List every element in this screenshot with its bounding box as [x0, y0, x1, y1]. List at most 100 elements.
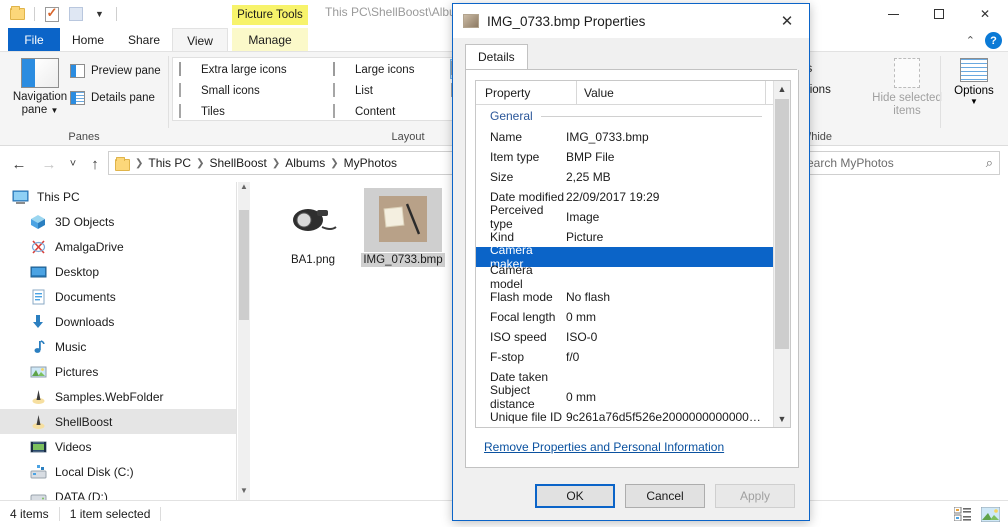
layout-content[interactable]: Content: [333, 102, 445, 122]
scrollbar-thumb[interactable]: [239, 210, 249, 320]
layout-extra-large-icons[interactable]: Extra large icons: [179, 60, 329, 80]
layout-list[interactable]: List: [333, 81, 445, 101]
sidebar-item-local-disk-c[interactable]: Local Disk (C:): [0, 459, 236, 484]
property-row[interactable]: ISO speed ISO-0: [476, 327, 790, 347]
close-button[interactable]: ✕: [962, 0, 1008, 28]
layout-large-icons[interactable]: Large icons: [333, 60, 445, 80]
dialog-close-button[interactable]: ✕: [765, 4, 809, 38]
property-name: F-stop: [490, 350, 525, 364]
sidebar-item-shellboost[interactable]: ShellBoost: [0, 409, 236, 434]
scrollbar-thumb[interactable]: [775, 99, 789, 349]
property-row[interactable]: Subject distance 0 mm: [476, 383, 790, 411]
blue-square-icon[interactable]: [66, 5, 85, 24]
properties-list-scrollbar[interactable]: ▲ ▼: [773, 81, 790, 427]
sidebar-item-data-d[interactable]: DATA (D:): [0, 484, 236, 500]
list-item[interactable]: BA1.png: [266, 188, 360, 267]
scroll-up-icon[interactable]: ▲: [238, 182, 250, 196]
options-icon: [960, 58, 988, 82]
sidebar-item-downloads[interactable]: Downloads: [0, 309, 236, 334]
property-row[interactable]: F-stop f/0: [476, 347, 790, 367]
property-value: BMP File: [566, 150, 615, 164]
details-view-icon[interactable]: [952, 505, 972, 523]
property-value: IMG_0733.bmp: [566, 130, 649, 144]
property-row[interactable]: Perceived type Image: [476, 203, 790, 231]
sidebar-item-amalgadrive[interactable]: AmalgaDrive: [0, 234, 236, 259]
list-item[interactable]: IMG_0733.bmp: [356, 188, 450, 267]
ok-button[interactable]: OK: [535, 484, 615, 508]
property-value: No flash: [566, 290, 611, 304]
property-name: Camera model: [490, 263, 533, 291]
back-button[interactable]: ←: [8, 154, 30, 174]
property-row[interactable]: Name IMG_0733.bmp: [476, 127, 790, 147]
remove-properties-link[interactable]: Remove Properties and Personal Informati…: [484, 440, 724, 454]
preview-pane-label: Preview pane: [91, 65, 161, 77]
minimize-button[interactable]: [870, 0, 916, 28]
pane-splitter[interactable]: [236, 182, 237, 500]
sidebar-item-videos[interactable]: Videos: [0, 434, 236, 459]
property-value: 2,25 MB: [566, 170, 611, 184]
chevron-down-icon[interactable]: ▼: [946, 97, 1002, 106]
scroll-down-icon[interactable]: ▼: [774, 411, 790, 427]
hide-selected-items-button[interactable]: Hide selected items: [868, 58, 946, 118]
recent-locations-button[interactable]: ˅: [62, 154, 84, 174]
videos-icon: [30, 439, 47, 455]
search-input[interactable]: earch MyPhotos ⌕: [800, 151, 1000, 175]
tab-manage[interactable]: Manage: [232, 28, 308, 52]
up-button[interactable]: ↑: [84, 154, 106, 174]
properties-dialog: IMG_0733.bmp Properties ✕ Details Proper…: [452, 3, 810, 521]
large-icons-view-icon[interactable]: [980, 505, 1000, 523]
sidebar-item-this-pc[interactable]: This PC: [0, 184, 236, 209]
property-row[interactable]: Unique file ID 9c261a76d5f526e20000000000…: [476, 407, 790, 427]
breadcrumb-this-pc[interactable]: This PC: [148, 156, 191, 170]
chevron-down-icon[interactable]: ▼: [90, 5, 109, 24]
sidebar-item-label: Desktop: [55, 264, 100, 279]
content-icon: [333, 104, 349, 119]
properties-list[interactable]: Property Value General Name IMG_0733.bmp …: [475, 80, 791, 428]
property-row[interactable]: Focal length 0 mm: [476, 307, 790, 327]
tab-details[interactable]: Details: [465, 44, 528, 69]
dialog-title: IMG_0733.bmp Properties: [487, 13, 646, 29]
sidebar-item-3d-objects[interactable]: 3D Objects: [0, 209, 236, 234]
layout-small-icons[interactable]: Small icons: [179, 81, 329, 101]
help-icon[interactable]: ?: [985, 32, 1002, 49]
sidebar-item-samples-webfolder[interactable]: Samples.WebFolder: [0, 384, 236, 409]
picture-tools-context-label: Picture Tools: [232, 5, 308, 25]
property-name: Focal length: [490, 310, 556, 324]
breadcrumb-albums[interactable]: Albums: [285, 156, 325, 170]
navigation-pane-label-line2: pane ▼: [21, 104, 59, 116]
extra-large-icons-icon: [179, 62, 195, 77]
forward-button[interactable]: →: [38, 154, 60, 174]
breadcrumb-myphotos[interactable]: MyPhotos: [344, 156, 397, 170]
tab-view[interactable]: View: [172, 28, 228, 52]
layout-item-label: Tiles: [201, 106, 225, 118]
sidebar-item-desktop[interactable]: Desktop: [0, 259, 236, 284]
properties-icon[interactable]: [42, 5, 61, 24]
folder-icon[interactable]: [8, 5, 27, 24]
collapse-ribbon-icon[interactable]: ⌃: [966, 34, 975, 47]
tab-share[interactable]: Share: [116, 28, 172, 52]
tab-home[interactable]: Home: [60, 28, 116, 52]
property-row[interactable]: Flash mode No flash: [476, 287, 790, 307]
navigation-pane-scrollbar[interactable]: ▲ ▼: [238, 182, 250, 500]
scroll-down-icon[interactable]: ▼: [238, 486, 250, 500]
cancel-button[interactable]: Cancel: [625, 484, 705, 508]
property-row[interactable]: Camera model: [476, 263, 790, 291]
details-pane-button[interactable]: Details pane: [70, 91, 155, 105]
navigation-pane-button[interactable]: Navigation pane ▼: [8, 58, 72, 117]
breadcrumb-shellboost[interactable]: ShellBoost: [209, 156, 266, 170]
sidebar-item-documents[interactable]: Documents: [0, 284, 236, 309]
sidebar-item-pictures[interactable]: Pictures: [0, 359, 236, 384]
property-value: f/0: [566, 350, 580, 364]
property-row[interactable]: Height768 pixels: [476, 427, 790, 428]
property-row[interactable]: Item type BMP File: [476, 147, 790, 167]
layout-tiles[interactable]: Tiles: [179, 102, 329, 122]
preview-pane-button[interactable]: Preview pane: [70, 64, 161, 78]
sidebar-item-music[interactable]: Music: [0, 334, 236, 359]
maximize-button[interactable]: [916, 0, 962, 28]
options-button[interactable]: Options ▼: [946, 58, 1002, 106]
apply-button[interactable]: Apply: [715, 484, 795, 508]
tab-file[interactable]: File: [8, 28, 60, 52]
search-icon[interactable]: ⌕: [986, 155, 993, 171]
property-row[interactable]: Size 2,25 MB: [476, 167, 790, 187]
scroll-up-icon[interactable]: ▲: [774, 81, 790, 97]
